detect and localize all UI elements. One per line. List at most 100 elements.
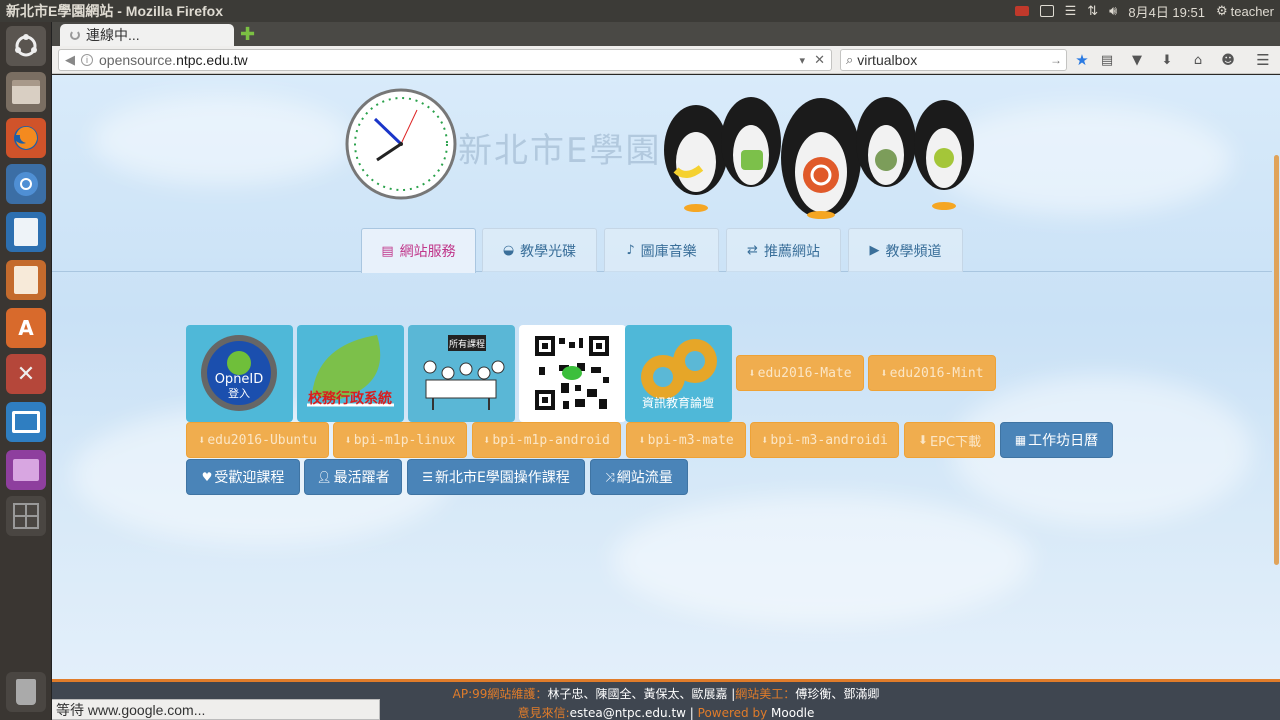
tab-gallery-music[interactable]: ♪ 圖庫音樂 xyxy=(604,228,719,272)
user-icon: 👤︎ xyxy=(316,470,332,484)
tab-bar: 連線中... ✚ xyxy=(52,22,1280,46)
tab-site-services[interactable]: ▤ 網站服務 xyxy=(361,228,476,273)
search-go-icon[interactable]: → xyxy=(1050,53,1062,67)
footer-label: AP:99網站維護： xyxy=(452,687,548,701)
footer-text: 傅珍衡、鄧滿卿 xyxy=(795,687,880,701)
download-edu2016-mate-button[interactable]: ⬇ edu2016-Mate xyxy=(736,355,864,391)
tab-teaching-discs[interactable]: ◒ 教學光碟 xyxy=(482,228,597,272)
download-icon: ⬇ xyxy=(638,433,646,447)
it-forum-tile[interactable]: 資訊教育論壇 xyxy=(625,325,732,422)
tab-teaching-channel[interactable]: ▶ 教學頻道 xyxy=(848,228,963,272)
button-label: bpi-m1p-android xyxy=(492,432,610,448)
download-icon: ⬇ xyxy=(344,433,352,447)
most-active-button[interactable]: 👤︎ 最活躍者 xyxy=(304,459,402,495)
user-name[interactable]: teacher xyxy=(1231,4,1274,19)
button-label: EPC下載 xyxy=(929,434,982,450)
school-admin-tile[interactable]: 校務行政系統 xyxy=(297,325,404,422)
disc-icon: ◒ xyxy=(502,243,515,258)
clock-graphic xyxy=(345,88,457,200)
tile-label-login: 登入 xyxy=(228,386,250,400)
button-label: edu2016-Mate xyxy=(757,365,852,381)
keyboard-indicator-icon[interactable] xyxy=(1039,5,1054,17)
all-courses-tile[interactable]: 所有課程 xyxy=(408,325,515,422)
workshop-calendar-button[interactable]: ▦ 工作坊日曆 xyxy=(1000,422,1113,458)
download-bpi-m1p-linux-button[interactable]: ⬇ bpi-m1p-linux xyxy=(333,422,467,458)
bookmark-star-icon[interactable]: ★ xyxy=(1073,51,1091,69)
service-icon: ▤ xyxy=(381,243,394,259)
page-scrollbar[interactable] xyxy=(1272,75,1280,679)
stop-load-icon[interactable]: ✕ xyxy=(814,52,825,68)
clock-text[interactable]: 8月4日 19:51 xyxy=(1128,2,1205,21)
files-icon[interactable] xyxy=(6,72,46,112)
download-bpi-m1p-android-button[interactable]: ⬇ bpi-m1p-android xyxy=(472,422,621,458)
operation-courses-button[interactable]: ☰ 新北市E學園操作課程 xyxy=(407,459,585,495)
footer-email-link[interactable]: estea@ntpc.edu.tw | xyxy=(570,706,698,720)
download-edu2016-mint-button[interactable]: ⬇ edu2016-Mint xyxy=(868,355,996,391)
download-icon: ⬇ xyxy=(483,433,491,447)
trash-icon[interactable] xyxy=(6,672,46,712)
pocket-icon[interactable]: ▼ xyxy=(1128,51,1146,69)
back-arrow-icon[interactable]: ◀ xyxy=(59,52,81,68)
qr-code-tile[interactable] xyxy=(519,325,626,422)
status-text: 等待 www.google.com... xyxy=(56,701,206,718)
download-bpi-m3-android-button[interactable]: ⬇ bpi-m3-androidi xyxy=(750,422,899,458)
section-tabs: ▤ 網站服務 ◒ 教學光碟 ♪ 圖庫音樂 ⇄ 推薦網站 ▶ 教學頻道 xyxy=(52,228,1272,273)
home-icon[interactable]: ⌂ xyxy=(1189,51,1207,69)
url-prefix: opensource. xyxy=(99,52,177,68)
window-title: 新北市E學園網站 - Mozilla Firefox xyxy=(6,3,224,19)
firefox-icon[interactable] xyxy=(6,118,46,158)
search-icon: ⌕ xyxy=(846,52,854,67)
ubuntu-dash-icon[interactable] xyxy=(6,26,46,66)
heart-icon: ♥ xyxy=(201,470,213,484)
footer-label: 網站美工： xyxy=(735,687,796,701)
remote-desktop-icon[interactable] xyxy=(6,402,46,442)
gear-icon[interactable]: ⚙ xyxy=(1216,3,1228,19)
url-bar[interactable]: ◀ i opensource. ntpc.edu.tw ▾ ✕ xyxy=(58,49,832,71)
volume-indicator-icon[interactable]: 🔊︎ xyxy=(1109,3,1117,19)
chat-icon[interactable]: ☻ xyxy=(1219,51,1237,69)
search-bar[interactable]: ⌕ virtualbox → xyxy=(840,49,1067,71)
moodle-link[interactable]: Moodle xyxy=(771,706,814,720)
penguins-mascot-graphic xyxy=(664,97,974,219)
url-dropdown-icon[interactable]: ▾ xyxy=(799,54,805,67)
download-icon[interactable]: ⬇ xyxy=(1158,51,1176,69)
download-icon: ⬇ xyxy=(761,433,769,447)
download-epc-button[interactable]: ⬇ EPC下載 xyxy=(904,422,995,458)
nav-bar: ◀ i opensource. ntpc.edu.tw ▾ ✕ ⌕ virtual… xyxy=(52,46,1280,74)
download-edu2016-ubuntu-button[interactable]: ⬇ edu2016-Ubuntu xyxy=(186,422,329,458)
scroll-thumb[interactable] xyxy=(1274,155,1279,565)
new-tab-button[interactable]: ✚ xyxy=(240,24,258,45)
download-bpi-m3-mate-button[interactable]: ⬇ bpi-m3-mate xyxy=(626,422,746,458)
launcher: A ✕ xyxy=(0,22,52,720)
menu-indicator-icon[interactable]: ☰ xyxy=(1065,3,1077,19)
writer-icon[interactable] xyxy=(6,212,46,252)
tab-recommended-sites[interactable]: ⇄ 推薦網站 xyxy=(726,228,841,272)
calendar-icon: ▦ xyxy=(1014,433,1027,447)
info-icon[interactable]: i xyxy=(81,54,93,66)
status-bar: 等待 www.google.com... xyxy=(52,699,380,720)
camera-indicator-icon[interactable] xyxy=(1014,6,1029,16)
app-icon[interactable] xyxy=(6,450,46,490)
impress-icon[interactable] xyxy=(6,260,46,300)
button-label: 工作坊日曆 xyxy=(1028,433,1099,449)
tile-label-admin: 校務行政系統 xyxy=(308,390,392,407)
link-icon: ⇄ xyxy=(747,243,758,258)
site-traffic-button[interactable]: ⤨ 網站流量 xyxy=(590,459,688,495)
settings-icon[interactable]: ✕ xyxy=(6,354,46,394)
search-input[interactable]: virtualbox xyxy=(857,52,917,68)
panel-indicators: ☰ ⇅ 🔊︎ 8月4日 19:51 ⚙ teacher xyxy=(1014,0,1274,22)
background-cloud xyxy=(612,495,1032,625)
channel-icon: ▶ xyxy=(869,243,880,258)
music-icon: ♪ xyxy=(626,243,635,258)
workspace-icon[interactable] xyxy=(6,496,46,536)
popular-courses-button[interactable]: ♥ 受歡迎課程 xyxy=(186,459,300,495)
qr-code-icon xyxy=(533,334,611,412)
bookmarks-list-icon[interactable]: ▤ xyxy=(1098,51,1116,69)
tab-loading[interactable]: 連線中... xyxy=(60,24,234,46)
chromium-icon[interactable] xyxy=(6,164,46,204)
openid-login-tile[interactable]: OpneID 登入 xyxy=(186,325,293,422)
network-indicator-icon[interactable]: ⇅ xyxy=(1087,3,1098,19)
menu-hamburger-icon[interactable]: ☰ xyxy=(1254,51,1272,69)
software-center-icon[interactable]: A xyxy=(6,308,46,348)
list-icon: ☰ xyxy=(422,470,433,484)
